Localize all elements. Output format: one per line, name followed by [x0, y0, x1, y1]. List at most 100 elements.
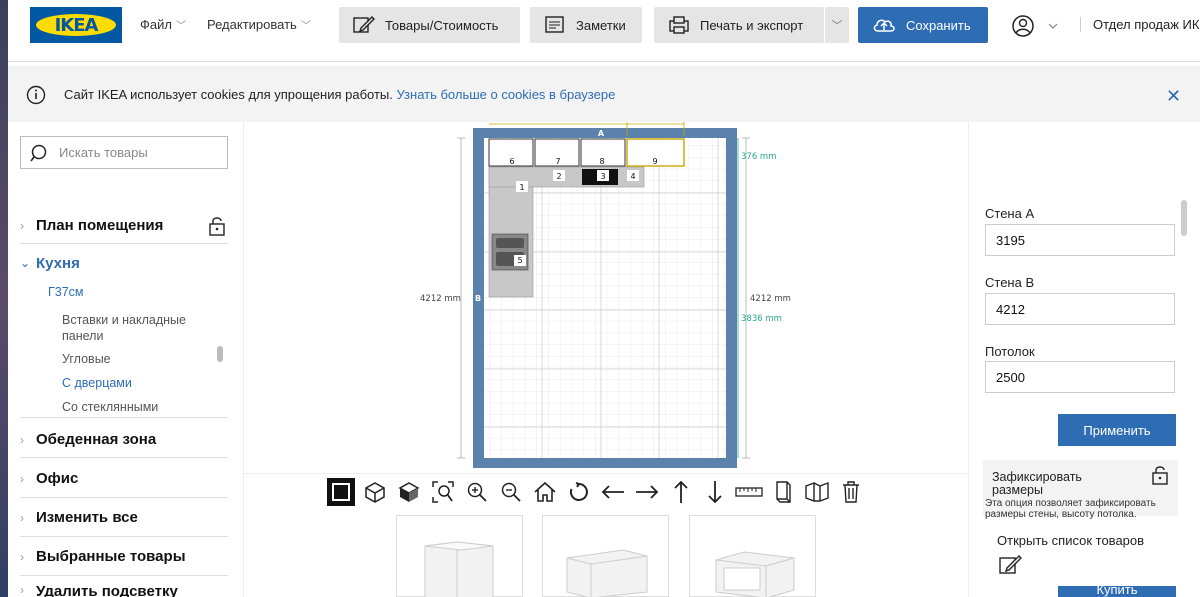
3d-solid-view-button[interactable] [395, 478, 423, 506]
section-dining[interactable]: › Обеденная зона [20, 422, 228, 458]
zoom-out-icon [501, 482, 521, 502]
buy-label: Купить [1096, 586, 1138, 597]
department-label: Отдел продаж ИКЕ [1080, 17, 1200, 32]
pan-up-button[interactable] [667, 478, 695, 506]
section-label: План помещения [36, 217, 164, 234]
rotate-icon [569, 482, 588, 501]
sub-item-with-doors[interactable]: С дверцами [62, 375, 132, 391]
base-cabinets-wall-a [488, 166, 645, 188]
dimension-inner: 3836 mm [741, 314, 782, 324]
pencil-icon[interactable] [999, 554, 1023, 576]
cookie-banner: Сайт IKEA использует cookies для упрощен… [8, 66, 1200, 122]
delete-button[interactable] [837, 478, 865, 506]
product-image-wall-cabinet [424, 541, 494, 597]
floor-plan[interactable]: 6 7 8 9 1 2 3 4 5 A B 4212 mm 4212 mm 38… [244, 122, 968, 474]
cloud-upload-icon [873, 19, 895, 32]
ikea-logo[interactable]: IKEA [30, 7, 122, 43]
sub-item-glass[interactable]: Со стеклянными [62, 399, 158, 415]
section-remove-highlight[interactable]: › Удалить подсветку [20, 577, 228, 597]
cookie-message: Сайт IKEA использует cookies для упрощен… [64, 87, 615, 102]
chevron-right-icon: › [20, 549, 24, 564]
save-label: Сохранить [906, 17, 971, 33]
3d-view-button[interactable] [361, 478, 389, 506]
section-selected-items[interactable]: › Выбранные товары [20, 538, 228, 576]
buy-button[interactable]: Купить [1058, 586, 1176, 597]
item-label-6: 6 [509, 157, 514, 166]
print-export-button[interactable]: Печать и экспорт [654, 7, 824, 43]
print-options-dropdown[interactable]: ﹀ [825, 7, 849, 43]
walls-icon [805, 481, 829, 503]
user-menu[interactable] [1011, 14, 1059, 43]
item-label-7: 7 [555, 157, 560, 166]
chevron-right-icon: › [20, 471, 24, 486]
item-label-9: 9 [652, 157, 657, 166]
pan-down-button[interactable] [701, 478, 729, 506]
pan-left-button[interactable] [599, 478, 627, 506]
section-label: Кухня [36, 254, 80, 272]
section-kitchen[interactable]: ⌄ Кухня [20, 248, 228, 278]
ceiling-input[interactable]: 2500 [985, 361, 1175, 393]
plan-canvas[interactable]: 6 7 8 9 1 2 3 4 5 A B 4212 mm 4212 mm 38… [244, 122, 968, 474]
product-card[interactable] [396, 515, 523, 597]
apply-button[interactable]: Применить [1058, 414, 1176, 446]
desktop-background [0, 0, 8, 597]
wall-b-input[interactable]: 4212 [985, 293, 1175, 325]
notes-button[interactable]: Заметки [530, 7, 642, 43]
close-icon[interactable]: ✕ [1166, 86, 1181, 107]
item-label-5: 5 [517, 256, 522, 265]
wall-a-input[interactable]: 3195 [985, 224, 1175, 256]
section-room-plan[interactable]: › План помещения [20, 208, 228, 244]
view-toolbar [327, 475, 865, 509]
lock-dimensions-description: Эта опция позволяет зафиксировать размер… [985, 498, 1156, 520]
menu-file[interactable]: Файл ﹀ [140, 17, 186, 32]
cookie-learn-more-link[interactable]: Узнать больше о cookies в браузере [397, 87, 616, 102]
zoom-fit-button[interactable] [429, 478, 457, 506]
print-icon [669, 16, 689, 34]
search-icon [30, 144, 47, 161]
menu-edit[interactable]: Редактировать ﹀ [207, 17, 311, 32]
walls-view-button[interactable] [803, 478, 831, 506]
product-card[interactable] [689, 515, 816, 597]
arrow-right-icon [636, 485, 659, 499]
pan-right-button[interactable] [633, 478, 661, 506]
kitchen-group-g37[interactable]: Г37см [48, 284, 84, 300]
ceiling-label: Потолок [985, 344, 1035, 359]
sidebar-scrollbar[interactable] [217, 346, 223, 362]
menu-file-label: Файл [140, 17, 172, 32]
2d-view-button[interactable] [327, 478, 355, 506]
lock-icon [209, 217, 225, 236]
item-label-4: 4 [630, 172, 635, 181]
save-button[interactable]: Сохранить [858, 7, 988, 43]
zoom-out-button[interactable] [497, 478, 525, 506]
measure-button[interactable] [735, 478, 763, 506]
product-image-open-cabinet [715, 551, 795, 597]
zoom-in-button[interactable] [463, 478, 491, 506]
lock-icon [1152, 466, 1168, 485]
search-input[interactable]: Искать товары [20, 136, 228, 169]
cabinet-icon [776, 481, 791, 503]
sidebar: Искать товары › План помещения ⌄ Кухня Г37… [8, 122, 244, 597]
products-cost-button[interactable]: Товары/Стоимость [339, 7, 520, 43]
section-change-all[interactable]: › Изменить все [20, 499, 228, 537]
menu-edit-label: Редактировать [207, 17, 297, 32]
open-product-list-link[interactable]: Открыть список товаров [997, 533, 1144, 548]
sub-item-inserts[interactable]: Вставки и накладные панели [62, 312, 212, 344]
product-card[interactable] [542, 515, 669, 597]
section-label: Изменить все [36, 509, 138, 526]
sub-item-corner[interactable]: Угловые [62, 351, 111, 367]
info-icon [26, 85, 46, 110]
panel-scrollbar[interactable] [1181, 200, 1187, 236]
divider [20, 417, 228, 418]
square-icon [332, 483, 350, 501]
item-label-8: 8 [599, 157, 604, 166]
rotate-button[interactable] [565, 478, 593, 506]
cabinet-view-button[interactable] [769, 478, 797, 506]
section-label: Выбранные товары [36, 548, 186, 565]
chevron-down-icon: ⌄ [20, 256, 31, 270]
chevron-right-icon: › [20, 218, 24, 233]
arrow-left-icon [601, 485, 624, 499]
section-office[interactable]: › Офис [20, 460, 228, 498]
chevron-right-icon: › [20, 432, 24, 447]
section-label: Офис [36, 470, 79, 487]
home-view-button[interactable] [531, 478, 559, 506]
